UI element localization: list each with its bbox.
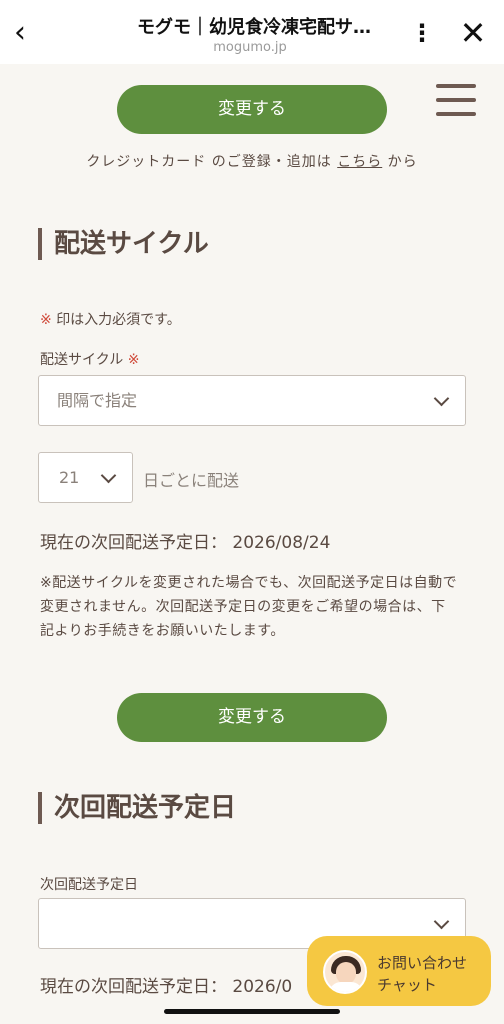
chat-label-line1: お問い合わせ bbox=[377, 954, 468, 972]
chat-label-line2: チャット bbox=[377, 976, 437, 994]
cycle-label: 配送サイクル ※ bbox=[40, 349, 140, 369]
current-date-value: 2026/0 bbox=[232, 977, 293, 997]
card-note-prefix: クレジットカード のご登録・追加は bbox=[86, 154, 332, 170]
required-note: ※ 印は入力必須です。 bbox=[40, 309, 181, 329]
hamburger-line bbox=[436, 84, 476, 88]
chat-button[interactable]: お問い合わせ チャット bbox=[307, 936, 491, 1006]
more-menu-icon[interactable]: ⋮ bbox=[410, 18, 434, 48]
change-cycle-button[interactable]: 変更する bbox=[117, 693, 387, 742]
support-avatar bbox=[323, 950, 367, 994]
card-registration-note: クレジットカード のご登録・追加は こちら から bbox=[0, 151, 504, 171]
avatar-body bbox=[329, 982, 363, 992]
next-date-label: 次回配送予定日 bbox=[40, 877, 138, 893]
required-mark: ※ bbox=[40, 312, 52, 328]
interval-days-select[interactable]: 21 bbox=[38, 452, 133, 503]
cycle-label-text: 配送サイクル bbox=[40, 352, 124, 368]
chevron-down-icon bbox=[433, 913, 450, 930]
change-payment-button[interactable]: 変更する bbox=[117, 85, 387, 134]
browser-header: ‹ モグモ｜幼児食冷凍宅配サ… mogumo.jp ⋮ ✕ bbox=[0, 0, 504, 64]
interval-days-value: 21 bbox=[59, 468, 80, 487]
cycle-change-notice: ※配送サイクルを変更された場合でも、次回配送予定日は自動で変更されません。次回配… bbox=[40, 575, 458, 639]
cycle-select[interactable]: 間隔で指定 bbox=[38, 375, 466, 426]
card-note-suffix: から bbox=[387, 154, 418, 170]
card-registration-link[interactable]: こちら bbox=[337, 154, 382, 170]
interval-days-suffix: 日ごとに配送 bbox=[143, 471, 240, 490]
page-domain: mogumo.jp bbox=[213, 40, 287, 55]
home-indicator bbox=[164, 1009, 340, 1014]
delivery-cycle-heading: 配送サイクル bbox=[38, 228, 209, 260]
current-next-delivery-date-2: 現在の次回配送予定日： 2026/0 bbox=[40, 972, 292, 997]
close-icon[interactable]: ✕ bbox=[458, 16, 488, 50]
current-date-label: 現在の次回配送予定日： bbox=[40, 533, 227, 553]
required-mark: ※ bbox=[127, 352, 140, 368]
cycle-select-value: 間隔で指定 bbox=[57, 391, 138, 410]
page-title: モグモ｜幼児食冷凍宅配サ… bbox=[137, 17, 371, 38]
required-note-text: 印は入力必須です。 bbox=[56, 312, 181, 328]
current-next-delivery-date: 現在の次回配送予定日： 2026/08/24 bbox=[40, 528, 330, 553]
hamburger-menu-icon[interactable] bbox=[436, 84, 476, 116]
next-delivery-date-heading: 次回配送予定日 bbox=[38, 792, 236, 824]
back-icon[interactable]: ‹ bbox=[14, 18, 40, 50]
chevron-down-icon bbox=[100, 467, 117, 484]
chevron-down-icon bbox=[433, 390, 450, 407]
hamburger-line bbox=[436, 98, 476, 102]
avatar-face bbox=[336, 962, 356, 984]
hamburger-line bbox=[436, 112, 476, 116]
current-date-value: 2026/08/24 bbox=[232, 533, 331, 553]
current-date-label: 現在の次回配送予定日： bbox=[40, 977, 227, 997]
